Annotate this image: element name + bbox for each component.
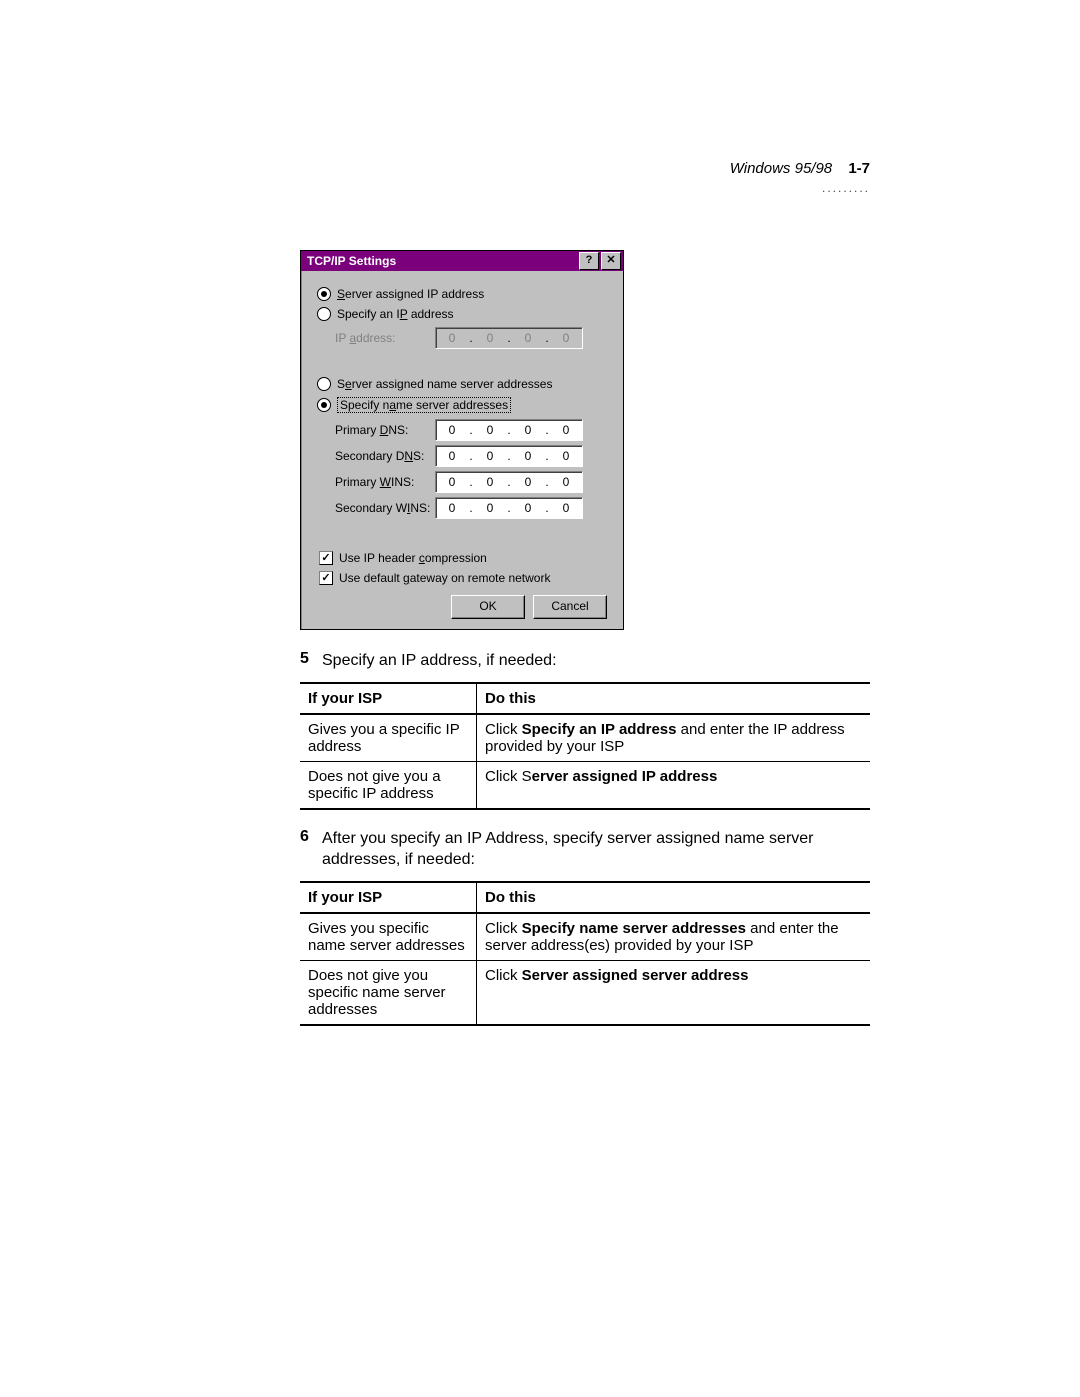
radio-server-assigned-ip[interactable]: Server assigned IP address bbox=[317, 287, 607, 301]
secondary-dns-label: Secondary DNS: bbox=[335, 449, 435, 463]
primary-wins-input[interactable]: 0. 0. 0. 0 bbox=[435, 471, 583, 493]
radio-icon bbox=[317, 398, 331, 412]
table-row: Gives you specific name server addresses… bbox=[300, 913, 870, 961]
step-text: Specify an IP address, if needed: bbox=[322, 650, 870, 672]
table-ip-instructions: If your ISP Do this Gives you a specific… bbox=[300, 682, 870, 810]
dialog-title: TCP/IP Settings bbox=[307, 254, 577, 268]
table-ns-instructions: If your ISP Do this Gives you specific n… bbox=[300, 881, 870, 1026]
help-button[interactable]: ? bbox=[579, 252, 599, 270]
close-button[interactable]: ✕ bbox=[601, 252, 621, 270]
ok-button[interactable]: OK bbox=[451, 595, 525, 619]
step-5: 5 Specify an IP address, if needed: bbox=[300, 650, 870, 672]
step-number: 5 bbox=[300, 650, 322, 672]
table-header: Do this bbox=[477, 882, 871, 913]
ip-address-label: IP address: bbox=[335, 331, 435, 345]
radio-icon bbox=[317, 307, 331, 321]
header-section: Windows 95/98 bbox=[730, 160, 832, 177]
step-number: 6 bbox=[300, 828, 322, 871]
table-row: Gives you a specific IP address Click Sp… bbox=[300, 714, 870, 762]
cancel-button[interactable]: Cancel bbox=[533, 595, 607, 619]
checkbox-default-gateway[interactable]: Use default gateway on remote network bbox=[319, 571, 607, 585]
radio-server-assigned-ns[interactable]: Server assigned name server addresses bbox=[317, 377, 607, 391]
radio-specify-ns[interactable]: Specify name server addresses bbox=[317, 397, 607, 413]
checkbox-icon bbox=[319, 571, 333, 585]
table-row: Does not give you a specific IP address … bbox=[300, 761, 870, 809]
primary-dns-label: Primary DNS: bbox=[335, 423, 435, 437]
checkbox-header-compression[interactable]: Use IP header compression bbox=[319, 551, 607, 565]
header-page-number: 1-7 bbox=[848, 160, 870, 177]
table-header: If your ISP bbox=[300, 882, 477, 913]
step-6: 6 After you specify an IP Address, speci… bbox=[300, 828, 870, 871]
page-header: Windows 95/98 1-7 ......... bbox=[730, 160, 870, 195]
primary-wins-label: Primary WINS: bbox=[335, 475, 435, 489]
table-row: Does not give you specific name server a… bbox=[300, 960, 870, 1025]
checkbox-icon bbox=[319, 551, 333, 565]
table-header: Do this bbox=[477, 683, 871, 714]
tcpip-settings-dialog: TCP/IP Settings ? ✕ Server assigned IP a… bbox=[300, 250, 624, 630]
dialog-titlebar: TCP/IP Settings ? ✕ bbox=[301, 251, 623, 271]
primary-dns-input[interactable]: 0. 0. 0. 0 bbox=[435, 419, 583, 441]
secondary-wins-label: Secondary WINS: bbox=[335, 501, 435, 515]
ip-address-input: 0. 0. 0. 0 bbox=[435, 327, 583, 349]
radio-specify-ip[interactable]: Specify an IP address bbox=[317, 307, 607, 321]
table-header: If your ISP bbox=[300, 683, 477, 714]
radio-icon bbox=[317, 377, 331, 391]
radio-icon bbox=[317, 287, 331, 301]
header-dots: ......... bbox=[730, 181, 870, 195]
step-text: After you specify an IP Address, specify… bbox=[322, 828, 870, 871]
secondary-wins-input[interactable]: 0. 0. 0. 0 bbox=[435, 497, 583, 519]
secondary-dns-input[interactable]: 0. 0. 0. 0 bbox=[435, 445, 583, 467]
